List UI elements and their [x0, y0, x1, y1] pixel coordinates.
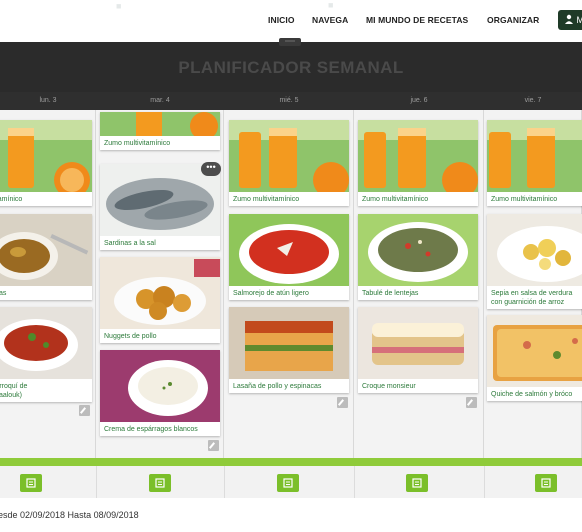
- sepia-image: [487, 214, 582, 286]
- recipe-card[interactable]: estofadas: [0, 214, 92, 300]
- nav-mi-mundo-de-recetas[interactable]: MI MUNDO DE RECETAS: [366, 15, 468, 25]
- quiche-image: [487, 315, 582, 387]
- recipe-card[interactable]: Croque monsieur: [358, 307, 478, 393]
- recipe-title: Croque monsieur: [362, 383, 416, 390]
- shopping-list-button[interactable]: [406, 474, 428, 492]
- nav-inicio[interactable]: INICIO: [268, 15, 295, 25]
- edit-icon[interactable]: [208, 440, 219, 451]
- recipe-card[interactable]: multivitamínico: [0, 120, 92, 206]
- recipe-title: ada marroquí de enas (zaalouk): [0, 383, 28, 399]
- edit-icon[interactable]: [337, 397, 348, 408]
- recipe-title: Sepia en salsa de verdura con guarnición…: [491, 290, 573, 306]
- recipe-title: Salmorejo de atún ligero: [233, 290, 309, 297]
- sardines-image: [100, 164, 220, 236]
- nuggets-image: [100, 257, 220, 329]
- recipe-title: Crema de espárragos blancos: [104, 426, 198, 433]
- column-separator: [224, 466, 225, 498]
- note-icon: [26, 478, 36, 488]
- nav-navega[interactable]: NAVEGA: [312, 15, 348, 25]
- day-label: lun. 3: [39, 97, 57, 104]
- user-icon: [565, 14, 573, 24]
- note-icon: [283, 478, 293, 488]
- recipe-title: Zumo multivitamínico: [104, 140, 171, 147]
- day-label: vie. 7: [524, 97, 542, 104]
- shopping-list-button[interactable]: [149, 474, 171, 492]
- planner-page: ■ ■ INICIO NAVEGA MI MUNDO DE RECETAS OR…: [0, 0, 582, 532]
- day-actions-row: [0, 466, 582, 498]
- recipe-title: Sardinas a la sal: [104, 240, 156, 247]
- day-label: mar. 4: [150, 97, 170, 104]
- week-grid: multivitamínico estofadas ada marroquí d…: [0, 110, 582, 458]
- edit-icon[interactable]: [79, 405, 90, 416]
- column-separator: [484, 466, 485, 498]
- day-label: mié. 5: [279, 97, 299, 104]
- day-label: jue. 6: [410, 97, 428, 104]
- tabbouleh-image: [358, 214, 478, 286]
- nav-organizar[interactable]: ORGANIZAR: [487, 15, 539, 25]
- column-separator: [96, 466, 97, 498]
- column-separator: [354, 466, 355, 498]
- recipe-title: Zumo multivitamínico: [491, 196, 558, 203]
- recipe-card[interactable]: Zumo multivitamínico: [358, 120, 478, 206]
- cream-soup-image: [100, 350, 220, 422]
- shopping-list-button[interactable]: [277, 474, 299, 492]
- more-options-button[interactable]: •••: [201, 162, 221, 176]
- recipe-title: multivitamínico: [0, 196, 23, 203]
- recipe-card[interactable]: Zumo multivitamínico: [487, 120, 582, 206]
- user-label: M: [576, 15, 582, 25]
- recipe-card[interactable]: Zumo multivitamínico: [229, 120, 349, 206]
- note-icon: [155, 478, 165, 488]
- day-header-row: lun. 3 mar. 4 mié. 5 jue. 6 vie. 7: [0, 92, 582, 110]
- recipe-card[interactable]: Tabulé de lentejas: [358, 214, 478, 300]
- recipe-title: Nuggets de pollo: [104, 333, 157, 340]
- recipe-title: estofadas: [0, 290, 7, 297]
- shopping-list-button[interactable]: [20, 474, 42, 492]
- green-divider-bar: [0, 458, 582, 466]
- recipe-card[interactable]: ada marroquí de enas (zaalouk): [0, 307, 92, 402]
- recipe-title: Zumo multivitamínico: [233, 196, 300, 203]
- date-range-text: esde 02/09/2018 Hasta 08/09/2018: [0, 510, 139, 520]
- shopping-list-button[interactable]: [535, 474, 557, 492]
- orange-juice-image: [0, 120, 92, 192]
- recipe-title: Tabulé de lentejas: [362, 290, 419, 297]
- croque-monsieur-image: [358, 307, 478, 379]
- recipe-title: Quiche de salmón y bróco: [491, 391, 573, 398]
- orange-juice-image: [487, 120, 582, 192]
- zaalouk-image: [0, 307, 92, 379]
- recipe-title: Lasaña de pollo y espinacas: [233, 383, 322, 390]
- top-navigation: ■ ■ INICIO NAVEGA MI MUNDO DE RECETAS OR…: [0, 0, 582, 42]
- lasagna-image: [229, 307, 349, 379]
- salmorejo-image: [229, 214, 349, 286]
- page-title: PLANIFICADOR SEMANAL: [178, 58, 404, 77]
- note-icon: [541, 478, 551, 488]
- recipe-card[interactable]: Nuggets de pollo: [100, 257, 220, 343]
- recipe-card[interactable]: Salmorejo de atún ligero: [229, 214, 349, 300]
- note-icon: [412, 478, 422, 488]
- user-menu-button[interactable]: M: [558, 10, 582, 30]
- drawer-handle[interactable]: [279, 38, 301, 46]
- recipe-card[interactable]: Lasaña de pollo y espinacas: [229, 307, 349, 393]
- stew-image: [0, 214, 92, 286]
- recipe-title: Zumo multivitamínico: [362, 196, 429, 203]
- recipe-card[interactable]: Sepia en salsa de verdura con guarnición…: [487, 214, 582, 309]
- orange-juice-image: [100, 112, 220, 136]
- recipe-card[interactable]: Sardinas a la sal: [100, 164, 220, 250]
- recipe-card[interactable]: Crema de espárragos blancos: [100, 350, 220, 436]
- orange-juice-image: [229, 120, 349, 192]
- recipe-card[interactable]: Zumo multivitamínico: [100, 112, 220, 150]
- recipe-card[interactable]: Quiche de salmón y bróco: [487, 315, 582, 401]
- orange-juice-image: [358, 120, 478, 192]
- edit-icon[interactable]: [466, 397, 477, 408]
